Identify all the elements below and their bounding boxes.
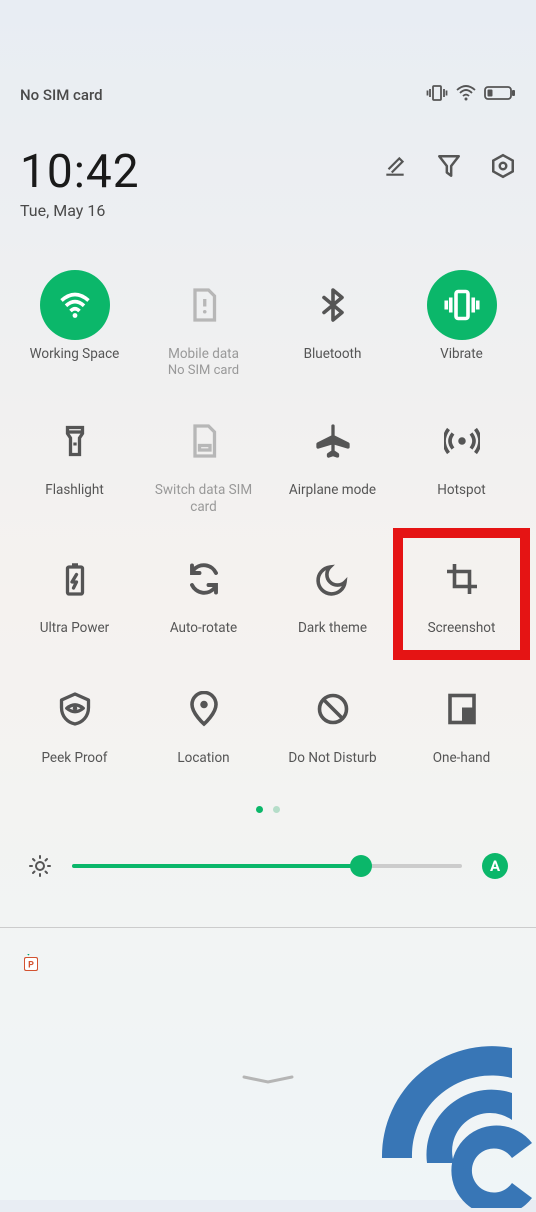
powerpoint-app-icon[interactable]: P [24, 954, 40, 974]
status-icons [426, 85, 516, 105]
brightness-slider[interactable] [72, 864, 462, 868]
filter-icon[interactable] [436, 153, 462, 179]
tile-dark-theme[interactable]: Dark theme [268, 536, 397, 666]
tile-label: Location [177, 750, 229, 767]
wifi-status-icon [456, 85, 476, 105]
moon-icon [298, 544, 368, 614]
brightness-row: A [0, 843, 536, 907]
tile-vibrate[interactable]: Vibrate [397, 262, 526, 398]
tile-dnd[interactable]: Do Not Disturb [268, 666, 397, 796]
tile-working-space[interactable]: Working Space [10, 262, 139, 398]
quick-tiles-grid: Working Space Mobile data No SIM card Bl… [0, 220, 536, 796]
battery-icon [40, 544, 110, 614]
eye-shield-icon [40, 674, 110, 744]
vibrate-status-icon [426, 85, 448, 105]
tile-label: Peek Proof [42, 750, 108, 767]
airplane-icon [298, 406, 368, 476]
location-icon [169, 674, 239, 744]
tile-hotspot[interactable]: Hotspot [397, 398, 526, 536]
flashlight-icon [40, 406, 110, 476]
dnd-icon [298, 674, 368, 744]
rotate-icon [169, 544, 239, 614]
bluetooth-icon [298, 270, 368, 340]
tile-sublabel: No SIM card [168, 363, 239, 379]
battery-status-icon [484, 85, 516, 105]
status-bar: No SIM card [0, 0, 536, 105]
auto-brightness-toggle[interactable]: A [482, 853, 508, 879]
background-area: P [0, 940, 536, 1200]
tile-location[interactable]: Location [139, 666, 268, 796]
crop-icon [427, 544, 497, 614]
tile-label: One-hand [433, 750, 490, 767]
tile-airplane[interactable]: Airplane mode [268, 398, 397, 536]
tile-label: Bluetooth [304, 346, 362, 363]
time-text: 10:42 [20, 145, 140, 199]
tile-mobile-data[interactable]: Mobile data No SIM card [139, 262, 268, 398]
divider [0, 927, 536, 928]
tile-auto-rotate[interactable]: Auto-rotate [139, 536, 268, 666]
tile-label: Vibrate [440, 346, 483, 363]
vibrate-icon [427, 270, 497, 340]
pager-dot-1[interactable] [273, 806, 280, 813]
tile-ultra-power[interactable]: Ultra Power [10, 536, 139, 666]
sim-status-text: No SIM card [20, 86, 103, 104]
tile-label: Ultra Power [40, 620, 109, 637]
pager-dot-0[interactable] [256, 806, 263, 813]
tile-flashlight[interactable]: Flashlight [10, 398, 139, 536]
edit-icon[interactable] [382, 153, 408, 179]
header-row: 10:42 Tue, May 16 [0, 105, 536, 220]
tile-label: Mobile data [168, 346, 239, 363]
date-text: Tue, May 16 [20, 201, 140, 220]
wifi-icon [40, 270, 110, 340]
tile-label: Do Not Disturb [288, 750, 376, 767]
tile-switch-sim[interactable]: Switch data SIM card [139, 398, 268, 536]
clock: 10:42 Tue, May 16 [20, 145, 140, 220]
sim-icon [169, 270, 239, 340]
tile-label: Switch data SIM card [144, 482, 264, 516]
tile-screenshot[interactable]: Screenshot [397, 536, 526, 666]
tile-label: Working Space [30, 346, 120, 363]
tile-bluetooth[interactable]: Bluetooth [268, 262, 397, 398]
tile-peek-proof[interactable]: Peek Proof [10, 666, 139, 796]
swipe-handle[interactable] [240, 1070, 296, 1076]
tile-label: Airplane mode [289, 482, 376, 499]
tile-label: Dark theme [298, 620, 367, 637]
hotspot-icon [427, 406, 497, 476]
tile-label: Screenshot [428, 620, 496, 637]
tile-label: Hotspot [437, 482, 485, 499]
watermark-logo [372, 1038, 536, 1208]
brightness-icon [28, 854, 52, 878]
brightness-slider-thumb[interactable] [350, 855, 372, 877]
onehand-icon [427, 674, 497, 744]
switch-sim-icon [169, 406, 239, 476]
pager [0, 796, 536, 843]
tile-one-hand[interactable]: One-hand [397, 666, 526, 796]
tile-label: Flashlight [45, 482, 104, 499]
tile-label: Auto-rotate [170, 620, 237, 637]
settings-icon[interactable] [490, 153, 516, 179]
header-actions [382, 145, 516, 179]
svg-text:P: P [28, 961, 34, 971]
